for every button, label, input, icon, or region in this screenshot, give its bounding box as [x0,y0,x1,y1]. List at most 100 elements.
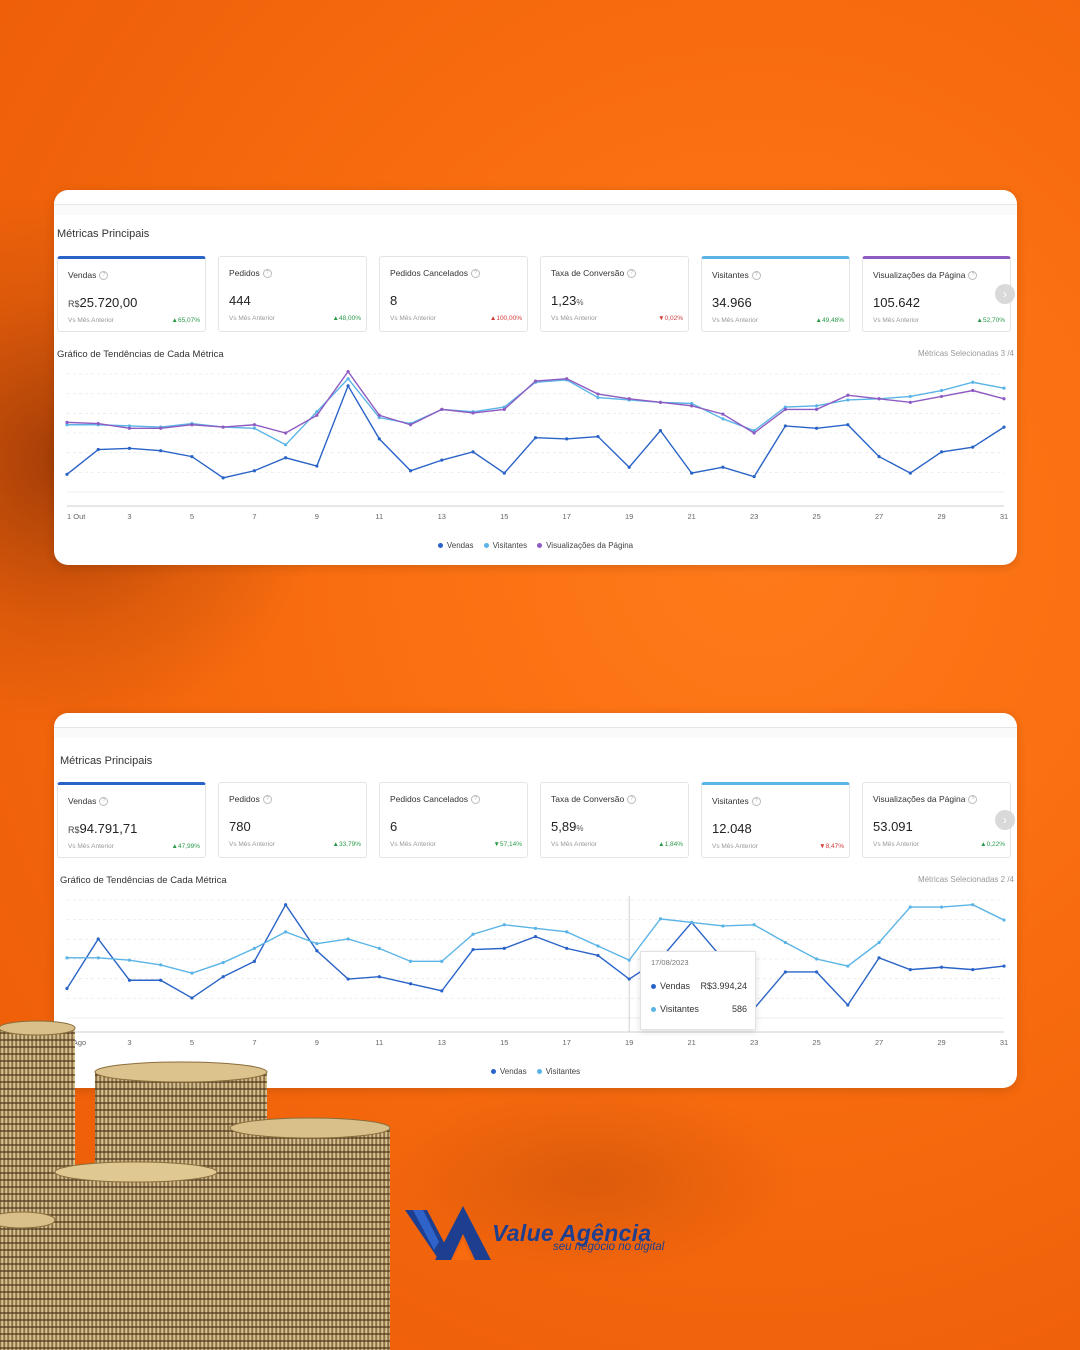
data-point[interactable] [440,959,444,963]
data-point[interactable] [221,425,225,429]
metric-card[interactable]: Vendas? R$94.791,71 Vs Mês Anterior ▲47,99% [57,782,206,858]
data-point[interactable] [65,956,69,960]
data-point[interactable] [627,977,631,981]
data-point[interactable] [627,958,631,962]
data-point[interactable] [1002,425,1006,429]
metric-card[interactable]: Visualizações da Página? 105.642 Vs Mês An… [862,256,1011,332]
data-point[interactable] [690,404,694,408]
data-point[interactable] [408,959,413,963]
data-point[interactable] [877,940,881,945]
data-point[interactable] [877,455,881,459]
data-point[interactable] [815,957,819,961]
data-point[interactable] [502,923,506,927]
data-point[interactable] [783,940,787,945]
data-point[interactable] [533,934,538,939]
data-point[interactable] [752,475,756,479]
data-point[interactable] [440,458,444,462]
help-icon[interactable]: ? [99,271,109,281]
legend-item[interactable]: Visitantes [483,541,527,550]
data-point[interactable] [315,942,319,946]
data-point[interactable] [284,903,288,907]
data-point[interactable] [815,970,819,974]
metric-card[interactable]: Pedidos Cancelados? 6 Vs Mês Anterior ▼57,1… [379,782,528,858]
data-point[interactable] [596,944,600,948]
data-point[interactable] [408,982,413,986]
help-icon[interactable]: ? [262,269,272,279]
metric-card[interactable]: Taxa de Conversão? 1,23% Vs Mês Anterior ▼0… [540,256,689,332]
data-point[interactable] [252,426,256,430]
data-point[interactable] [408,423,413,427]
help-icon[interactable]: ? [627,795,637,805]
data-point[interactable] [127,978,132,982]
data-point[interactable] [252,946,256,950]
help-icon[interactable]: ? [968,795,978,805]
data-point[interactable] [846,393,850,397]
data-point[interactable] [159,963,163,967]
data-point[interactable] [658,400,663,404]
data-point[interactable] [1002,397,1006,401]
data-point[interactable] [440,407,444,411]
data-point[interactable] [377,437,381,441]
metric-card[interactable]: Pedidos? 780 Vs Mês Anterior ▲33,79% [218,782,367,858]
data-point[interactable] [690,920,694,925]
data-point[interactable] [96,421,100,426]
data-point[interactable] [721,924,725,928]
data-point[interactable] [690,471,694,475]
data-point[interactable] [846,1003,850,1007]
data-point[interactable] [346,384,350,388]
help-icon[interactable]: ? [751,797,761,807]
data-point[interactable] [159,426,163,430]
data-point[interactable] [284,456,288,460]
data-point[interactable] [971,380,975,384]
data-point[interactable] [471,947,475,952]
data-point[interactable] [783,970,787,974]
legend-item[interactable]: Visitantes [536,1067,580,1076]
metric-card[interactable]: Pedidos Cancelados? 8 Vs Mês Anterior ▲100,… [379,256,528,332]
data-point[interactable] [252,469,256,473]
data-point[interactable] [533,436,538,440]
data-point[interactable] [846,398,850,402]
legend-item[interactable]: Vendas [490,1067,527,1076]
data-point[interactable] [533,926,538,930]
help-icon[interactable]: ? [99,797,109,807]
data-point[interactable] [221,960,225,965]
data-point[interactable] [127,426,132,430]
data-point[interactable] [96,937,100,941]
data-point[interactable] [721,465,725,469]
metric-card[interactable]: Visitantes? 12.048 Vs Mês Anterior ▼8,47% [701,782,850,858]
metric-card[interactable]: Visualizações da Página? 53.091 Vs Mês Ant… [862,782,1011,858]
data-point[interactable] [877,397,881,401]
data-point[interactable] [658,429,663,433]
data-point[interactable] [315,464,319,468]
data-point[interactable] [346,370,350,374]
data-point[interactable] [783,424,787,428]
data-point[interactable] [908,394,912,399]
data-point[interactable] [721,417,725,421]
data-point[interactable] [908,471,912,475]
metric-card[interactable]: Visitantes? 34.966 Vs Mês Anterior ▲49,48% [701,256,850,332]
data-point[interactable] [815,426,819,430]
data-point[interactable] [190,455,194,459]
data-point[interactable] [1002,386,1006,390]
data-point[interactable] [565,437,569,441]
metric-card[interactable]: Taxa de Conversão? 5,89% Vs Mês Anterior ▲1… [540,782,689,858]
data-point[interactable] [596,434,600,439]
data-point[interactable] [971,388,975,393]
data-point[interactable] [565,377,569,381]
data-point[interactable] [596,953,600,958]
data-point[interactable] [815,407,819,411]
data-point[interactable] [502,946,506,950]
data-point[interactable] [471,411,475,415]
help-icon[interactable]: ? [751,271,761,281]
data-point[interactable] [127,446,132,450]
legend-item[interactable]: Visualizações da Página [537,541,633,550]
help-icon[interactable]: ? [262,795,272,805]
data-point[interactable] [284,930,288,934]
data-point[interactable] [721,412,725,416]
data-point[interactable] [408,469,413,473]
data-point[interactable] [846,964,850,968]
data-point[interactable] [815,404,819,408]
data-point[interactable] [502,471,506,475]
data-point[interactable] [96,447,100,452]
legend-item[interactable]: Vendas [437,541,474,550]
